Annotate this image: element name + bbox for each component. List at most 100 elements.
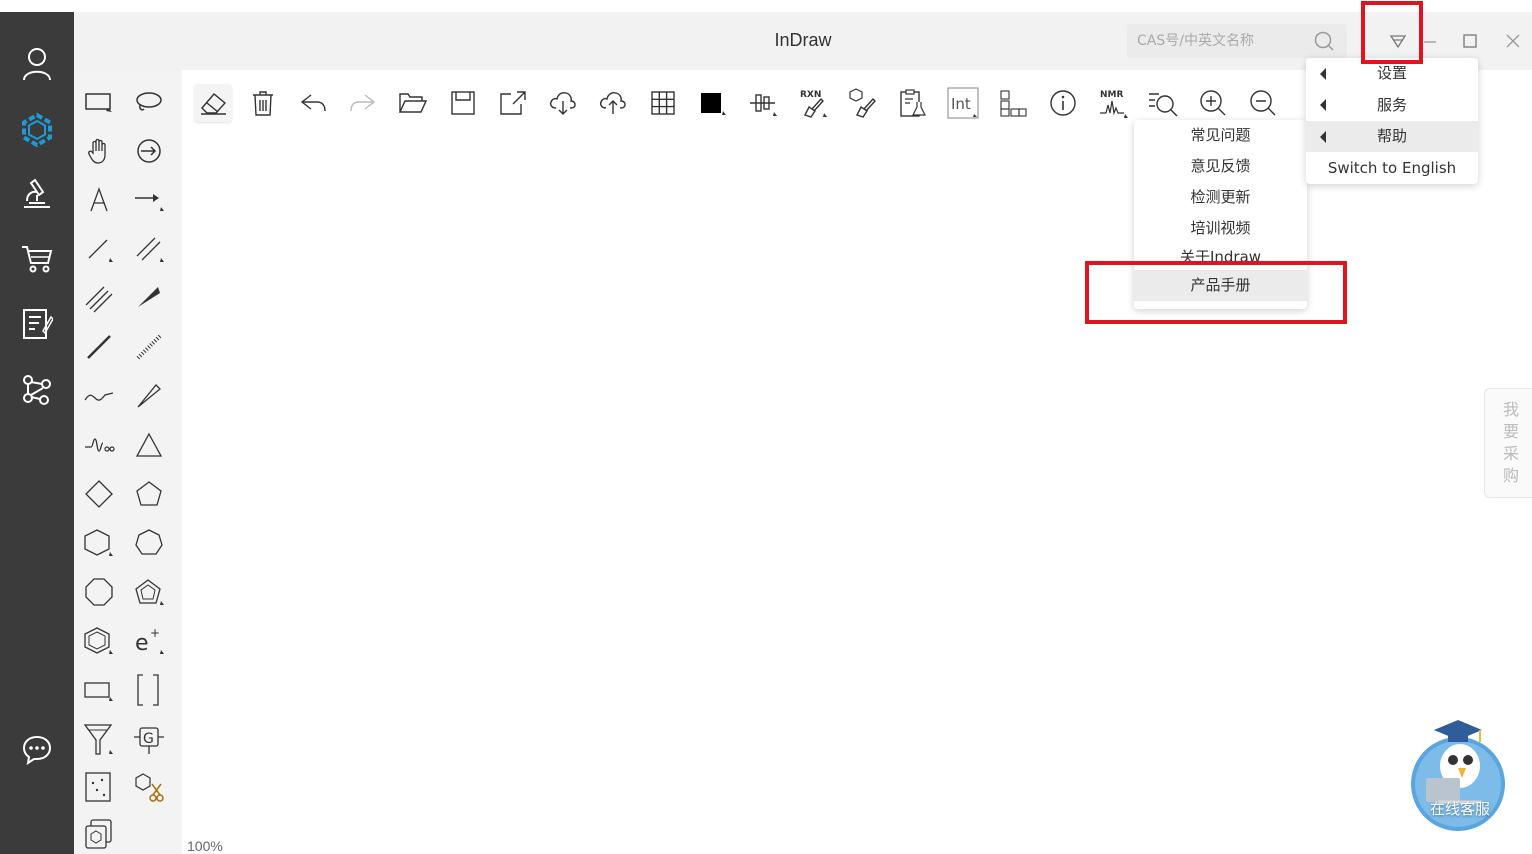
template-icon[interactable] [79,815,119,854]
search-list-icon [1149,93,1178,117]
delete-button[interactable] [244,84,282,122]
purchase-side-tab-label: 我要采购 [1503,400,1520,485]
cyclopentene-icon[interactable] [129,572,169,612]
open-folder-button[interactable] [394,84,432,122]
svg-text:G: G [143,731,154,747]
align-button[interactable] [744,84,782,122]
info-button[interactable] [1044,84,1082,122]
lasso-select-icon[interactable] [129,82,169,122]
periodic-table-button[interactable] [994,84,1032,122]
rect-select-icon[interactable] [79,82,119,122]
export-icon [500,91,526,115]
menu-item-training-video[interactable]: 培训视频 [1134,213,1307,244]
cyclopropane-icon[interactable] [129,425,169,465]
color-square-icon [701,93,726,115]
clipboard-flask-icon [900,89,926,117]
maximize-icon [1463,34,1477,48]
notes-icon[interactable] [17,304,57,344]
cart-icon[interactable] [17,238,57,278]
color-button[interactable] [694,84,732,122]
close-icon [1506,34,1520,48]
cloud-upload-icon [599,92,626,114]
chat-icon[interactable] [17,730,57,770]
bold-bond-icon[interactable] [79,327,119,367]
search-structure-button[interactable] [1144,84,1182,122]
main-dropdown-menu: 设置 服务 帮助 Switch to English [1306,58,1478,184]
zoom-in-button[interactable] [1194,84,1232,122]
zoom-out-button[interactable] [1244,84,1282,122]
cycloheptane-icon[interactable] [129,523,169,563]
menu-item-help[interactable]: 帮助 [1306,121,1478,152]
eraser-button[interactable] [194,84,232,122]
caret-left-icon [1320,99,1326,111]
save-button[interactable] [444,84,482,122]
search-input[interactable] [1137,30,1307,52]
single-bond-icon[interactable] [79,229,119,269]
nmr-button[interactable]: NMR [1094,84,1132,122]
info-icon [1050,90,1076,116]
cloud-upload-button[interactable] [594,84,632,122]
rotate-icon[interactable] [129,131,169,171]
double-bond-icon[interactable] [129,229,169,269]
wavy-bond-icon[interactable] [79,376,119,416]
funnel-icon[interactable] [79,719,119,759]
trash-icon [253,91,273,116]
arrow-tool-icon[interactable] [129,180,169,220]
caret-left-icon [1320,68,1326,80]
cloud-download-button[interactable] [544,84,582,122]
tool-palette: e + G [74,70,182,854]
structure-clean-button[interactable] [844,84,882,122]
svg-text:e: e [135,631,149,656]
undo-button[interactable] [294,84,332,122]
rxn-brush-icon: RXN [800,90,827,118]
search-icon[interactable] [1313,30,1335,52]
int-button[interactable]: Int [944,84,982,122]
drawing-canvas[interactable] [182,134,1532,854]
cyclohexane-icon[interactable] [79,523,119,563]
hashed-bond-icon[interactable] [129,327,169,367]
grid-icon [651,91,675,115]
analysis-button[interactable] [894,84,932,122]
zoom-in-icon [1200,90,1226,116]
user-icon[interactable] [17,44,57,84]
structure-icon[interactable] [17,110,57,150]
rectangle-shape-icon[interactable] [79,670,119,710]
online-service-label: 在线客服 [1429,800,1490,818]
zoom-out-icon [1250,90,1276,116]
export-button[interactable] [494,84,532,122]
menu-item-feedback[interactable]: 意见反馈 [1134,151,1307,182]
charge-tool-icon[interactable]: e + [129,621,169,661]
triple-bond-icon[interactable] [79,278,119,318]
menu-item-switch-language[interactable]: Switch to English [1306,152,1478,184]
cyclooctane-icon[interactable] [79,572,119,612]
bracket-tool-icon[interactable] [129,670,169,710]
network-icon[interactable] [17,369,57,409]
reaction-clean-button[interactable]: RXN [794,84,832,122]
search-box[interactable] [1127,24,1347,58]
group-tool-icon[interactable]: G [129,719,169,759]
periodic-table-icon [1000,90,1027,117]
scissors-icon[interactable] [129,768,169,808]
menu-item-help-label: 帮助 [1376,127,1407,145]
align-icon [750,94,777,116]
cloud-download-icon [549,92,576,115]
chain-tool-icon[interactable] [79,425,119,465]
wedge-bond-icon[interactable] [129,278,169,318]
cyclopentane-icon[interactable] [129,474,169,514]
microscope-icon[interactable] [17,174,57,214]
menu-item-service[interactable]: 服务 [1306,89,1478,121]
hand-icon[interactable] [79,131,119,171]
grid-button[interactable] [644,84,682,122]
redo-button[interactable] [344,84,382,122]
hollow-wedge-icon[interactable] [129,376,169,416]
cyclobutane-icon[interactable] [79,474,119,514]
text-tool-icon[interactable] [79,180,119,220]
menu-item-faq[interactable]: 常见问题 [1134,120,1307,151]
menu-item-check-update[interactable]: 检测更新 [1134,182,1307,213]
dot-grid-icon[interactable] [79,768,119,808]
purchase-side-tab[interactable]: 我要采购 [1484,388,1532,498]
maximize-button[interactable] [1457,28,1483,54]
folder-icon [398,93,428,113]
close-button[interactable] [1500,28,1526,54]
benzene-icon[interactable] [79,621,119,661]
